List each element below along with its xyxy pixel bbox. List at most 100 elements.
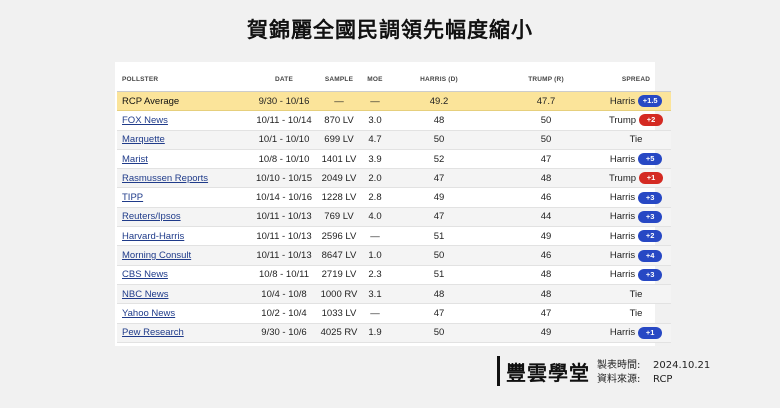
spread-cell: Harris +3	[601, 265, 671, 285]
sample-cell: 1033 LV	[315, 303, 363, 324]
spread-badge: +1	[638, 326, 663, 339]
spread-leader: Harris	[609, 269, 636, 281]
pollster-link[interactable]: Morning Consult	[122, 250, 191, 261]
col-header-date[interactable]: DATE	[253, 67, 315, 92]
pollster-cell: Marist	[117, 149, 253, 170]
moe-value: —	[370, 95, 380, 107]
source-label: 資料來源:	[597, 374, 641, 385]
harris-value: 48	[433, 288, 445, 300]
poll-table-card: POLLSTER DATE SAMPLE MoE HARRIS (D) TRUM…	[115, 62, 671, 346]
table-row: Harvard-Harris 10/11 - 10/13 2596 LV — 51 49 H…	[117, 226, 671, 247]
spread-badge: +4	[638, 249, 663, 262]
moe-cell: 2.3	[363, 265, 387, 285]
pollster-link[interactable]: Yahoo News	[122, 308, 175, 319]
moe-cell: —	[363, 91, 387, 112]
spread-badge: +5	[638, 153, 663, 166]
date-value: 10/1 - 10/10	[258, 134, 310, 146]
trump-value: 47	[540, 153, 552, 165]
sample-cell: 1228 LV	[315, 187, 363, 208]
spread-leader: Harris	[609, 211, 636, 223]
table-row: Marist 10/8 - 10/10 1401 LV 3.9 52 47 Harris +5	[117, 149, 671, 170]
col-header-harris[interactable]: HARRIS (D)	[387, 67, 491, 92]
trump-cell: 47	[491, 149, 601, 170]
spread-cell: Tie	[601, 130, 671, 150]
spread-cell: Tie	[601, 284, 671, 305]
trump-cell: 44	[491, 207, 601, 228]
spread-badge: +2	[638, 230, 663, 243]
col-header-moe[interactable]: MoE	[363, 67, 387, 92]
date-value: 10/4 - 10/8	[261, 288, 307, 300]
date-cell: 10/10 - 10/15	[253, 168, 315, 189]
sample-value: 2596 LV	[321, 230, 357, 242]
trump-value: 49	[540, 230, 552, 242]
date-value: 10/8 - 10/11	[258, 269, 309, 281]
source-row: 資料來源: RCP	[597, 373, 710, 387]
moe-cell: 2.0	[363, 168, 387, 189]
pollster-cell: Rasmussen Reports	[117, 168, 253, 189]
spread-cell: Harris +2	[601, 226, 671, 247]
pollster-link[interactable]: Harvard-Harris	[122, 231, 184, 242]
pollster-cell: Harvard-Harris	[117, 226, 253, 247]
sample-value: 769 LV	[324, 211, 354, 223]
pollster-link[interactable]: Reuters/Ipsos	[122, 211, 181, 222]
spread-badge: +3	[638, 191, 663, 204]
table-header-row: POLLSTER DATE SAMPLE MoE HARRIS (D) TRUM…	[117, 67, 671, 92]
harris-cell: 50	[387, 323, 491, 343]
sample-cell: 8647 LV	[315, 245, 363, 266]
sample-value: 1228 LV	[321, 192, 357, 204]
pollster-link[interactable]: FOX News	[122, 115, 168, 126]
spread-leader: Tie	[629, 288, 643, 300]
pollster-cell: RCP Average	[117, 91, 253, 112]
spread-leader: Tie	[629, 134, 643, 146]
date-value: 10/11 - 10/13	[256, 230, 312, 242]
moe-cell: 1.0	[363, 245, 387, 266]
spread-leader: Harris	[609, 250, 636, 262]
date-cell: 10/11 - 10/13	[253, 207, 315, 228]
pollster-cell: Morning Consult	[117, 245, 253, 266]
pollster-link[interactable]: TIPP	[122, 192, 143, 203]
poll-table: POLLSTER DATE SAMPLE MoE HARRIS (D) TRUM…	[117, 67, 671, 343]
harris-value: 51	[433, 269, 445, 281]
date-cell: 9/30 - 10/6	[253, 323, 315, 343]
moe-cell: 3.9	[363, 149, 387, 170]
average-label: RCP Average	[122, 95, 180, 107]
spread-value: Harris +3	[609, 210, 663, 223]
sample-cell: 870 LV	[315, 110, 363, 131]
col-header-trump[interactable]: TRUMP (R)	[491, 67, 601, 92]
moe-value: 3.1	[368, 288, 382, 300]
pollster-link[interactable]: NBC News	[122, 289, 168, 300]
pollster-cell: Yahoo News	[117, 303, 253, 324]
moe-value: —	[370, 307, 380, 319]
col-header-sample[interactable]: SAMPLE	[315, 67, 363, 92]
spread-value: Harris +5	[610, 153, 663, 166]
spread-value: Harris +1.5	[610, 95, 663, 108]
table-row: Pew Research 9/30 - 10/6 4025 RV 1.9 50 49 Har…	[117, 323, 671, 343]
spread-value: Harris +1	[610, 326, 663, 339]
col-header-spread[interactable]: SPREAD	[601, 67, 671, 92]
pollster-link[interactable]: Marquette	[122, 134, 165, 145]
date-value: 10/8 - 10/10	[258, 153, 310, 165]
spread-cell: Harris +3	[601, 187, 671, 208]
pollster-link[interactable]: Rasmussen Reports	[122, 173, 208, 184]
pollster-link[interactable]: CBS News	[122, 269, 168, 280]
spread-value: Tie	[630, 134, 643, 145]
brand-logo: 豐雲學堂	[506, 361, 590, 385]
col-header-pollster[interactable]: POLLSTER	[117, 67, 253, 92]
spread-value: Tie	[630, 289, 643, 300]
sample-value: 699 LV	[324, 134, 354, 146]
spread-cell: Harris +1	[601, 323, 671, 343]
spread-leader: Harris	[609, 230, 636, 242]
moe-cell: 4.0	[363, 207, 387, 228]
table-row: TIPP 10/14 - 10/16 1228 LV 2.8 49 46 Harris +3	[117, 187, 671, 208]
harris-cell: 47	[387, 207, 491, 228]
trump-value: 47.7	[536, 95, 556, 107]
pollster-cell: Reuters/Ipsos	[117, 207, 253, 228]
pollster-link[interactable]: Pew Research	[122, 327, 184, 338]
sample-value: 8647 LV	[321, 250, 357, 262]
harris-cell: 47	[387, 303, 491, 324]
pollster-link[interactable]: Marist	[122, 154, 148, 165]
table-row: FOX News 10/11 - 10/14 870 LV 3.0 48 50 Trump +…	[117, 110, 671, 131]
sample-cell: 1000 RV	[315, 284, 363, 305]
moe-cell: —	[363, 303, 387, 324]
date-value: 10/11 - 10/13	[256, 211, 312, 223]
